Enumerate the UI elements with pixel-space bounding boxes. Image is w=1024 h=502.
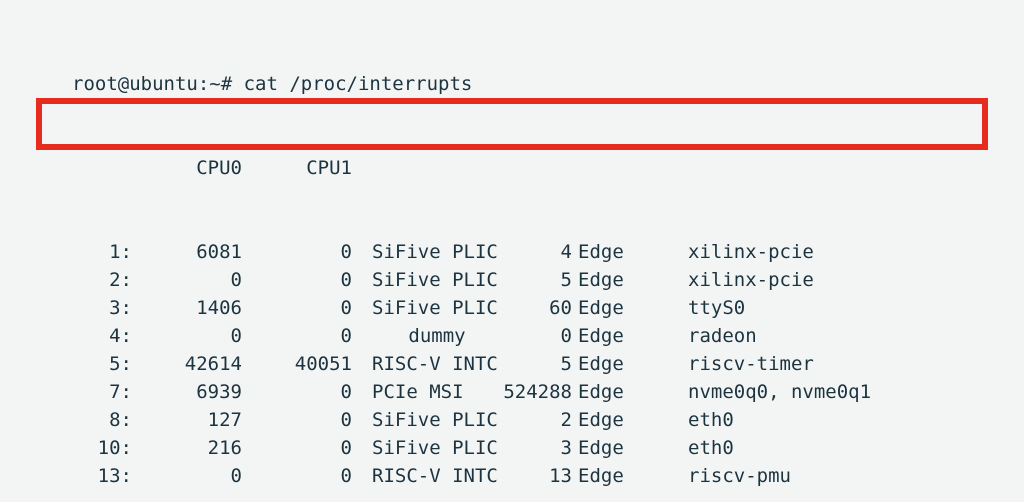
table-row: 13:00RISC-V INTC13Edgeriscv-pmu: [72, 462, 1024, 490]
device-name: riscv-pmu: [688, 462, 791, 490]
chip-name: PCIe MSI: [372, 378, 502, 406]
device-name: xilinx-pcie: [688, 238, 814, 266]
irq-number: 1:: [72, 238, 132, 266]
table-row: 5:4261440051 RISC-V INTC5Edge riscv-timer: [72, 350, 1024, 378]
trigger-type: Edge: [572, 378, 638, 406]
irq-number: 3:: [72, 294, 132, 322]
trigger-type: Edge: [572, 462, 638, 490]
table-row: 1:60810 SiFive PLIC4Edge xilinx-pcie: [72, 238, 1024, 266]
shell-prompt: root@ubuntu:~# cat /proc/interrupts: [72, 70, 1024, 98]
cpu1-count: 0: [242, 266, 352, 294]
cpu1-count: 40051: [242, 350, 352, 378]
table-row: 2:00SiFive PLIC5Edgexilinx-pcie: [72, 266, 1024, 294]
cpu0-count: 127: [132, 406, 242, 434]
device-name: radeon: [688, 322, 757, 350]
table-row: 8:1270 SiFive PLIC2Edge eth0: [72, 406, 1024, 434]
device-name: xilinx-pcie: [688, 266, 814, 294]
header-cpu0: CPU0: [132, 154, 242, 182]
header-row: CPU0 CPU1: [72, 154, 1024, 182]
irq-number: 10:: [72, 434, 132, 462]
cpu0-count: 216: [132, 434, 242, 462]
device-name: eth0: [688, 434, 734, 462]
header-cpu1: CPU1: [242, 154, 352, 182]
irq-number: 4:: [72, 322, 132, 350]
table-row: 7:69390 PCIe MSI524288Edge nvme0q0, nvme0q…: [72, 378, 1024, 406]
device-name: ttyS0: [688, 294, 745, 322]
cpu1-count: 0: [242, 322, 352, 350]
table-row: 4:00dummy0Edgeradeon: [72, 322, 1024, 350]
device-name: riscv-timer: [688, 350, 814, 378]
hw-irq: 2: [502, 406, 572, 434]
cpu0-count: 0: [132, 322, 242, 350]
hw-irq: 5: [502, 266, 572, 294]
trigger-type: Edge: [572, 434, 638, 462]
cpu1-count: 0: [242, 434, 352, 462]
device-name: nvme0q0, nvme0q1: [688, 378, 871, 406]
trigger-type: Edge: [572, 266, 638, 294]
hw-irq: 13: [502, 462, 572, 490]
hw-irq: 0: [502, 322, 572, 350]
cpu1-count: 0: [242, 238, 352, 266]
irq-number: 5:: [72, 350, 132, 378]
irq-number: 7:: [72, 378, 132, 406]
cpu1-count: 0: [242, 406, 352, 434]
chip-name: dummy: [372, 322, 502, 350]
irq-number: 8:: [72, 406, 132, 434]
cpu0-count: 0: [132, 266, 242, 294]
highlight-box: [36, 98, 988, 150]
cpu0-count: 0: [132, 462, 242, 490]
hw-irq: 60: [502, 294, 572, 322]
chip-name: RISC-V INTC: [372, 462, 502, 490]
cpu0-count: 6081: [132, 238, 242, 266]
trigger-type: Edge: [572, 322, 638, 350]
hw-irq: 3: [502, 434, 572, 462]
cpu1-count: 0: [242, 294, 352, 322]
trigger-type: Edge: [572, 406, 638, 434]
terminal-output: root@ubuntu:~# cat /proc/interrupts CPU0…: [0, 0, 1024, 502]
trigger-type: Edge: [572, 294, 638, 322]
hw-irq: 4: [502, 238, 572, 266]
cpu1-count: 0: [242, 378, 352, 406]
chip-name: RISC-V INTC: [372, 350, 502, 378]
cpu0-count: 6939: [132, 378, 242, 406]
trigger-type: Edge: [572, 238, 638, 266]
chip-name: SiFive PLIC: [372, 294, 502, 322]
cpu1-count: 0: [242, 462, 352, 490]
chip-name: SiFive PLIC: [372, 406, 502, 434]
cpu0-count: 42614: [132, 350, 242, 378]
cpu0-count: 1406: [132, 294, 242, 322]
hw-irq: 5: [502, 350, 572, 378]
device-name: eth0: [688, 406, 734, 434]
hw-irq: 524288: [502, 378, 572, 406]
table-row: 3:14060 SiFive PLIC60Edge ttyS0: [72, 294, 1024, 322]
irq-number: 2:: [72, 266, 132, 294]
irq-number: 13:: [72, 462, 132, 490]
chip-name: SiFive PLIC: [372, 266, 502, 294]
table-row: 10:2160 SiFive PLIC3Edge eth0: [72, 434, 1024, 462]
trigger-type: Edge: [572, 350, 638, 378]
chip-name: SiFive PLIC: [372, 434, 502, 462]
chip-name: SiFive PLIC: [372, 238, 502, 266]
